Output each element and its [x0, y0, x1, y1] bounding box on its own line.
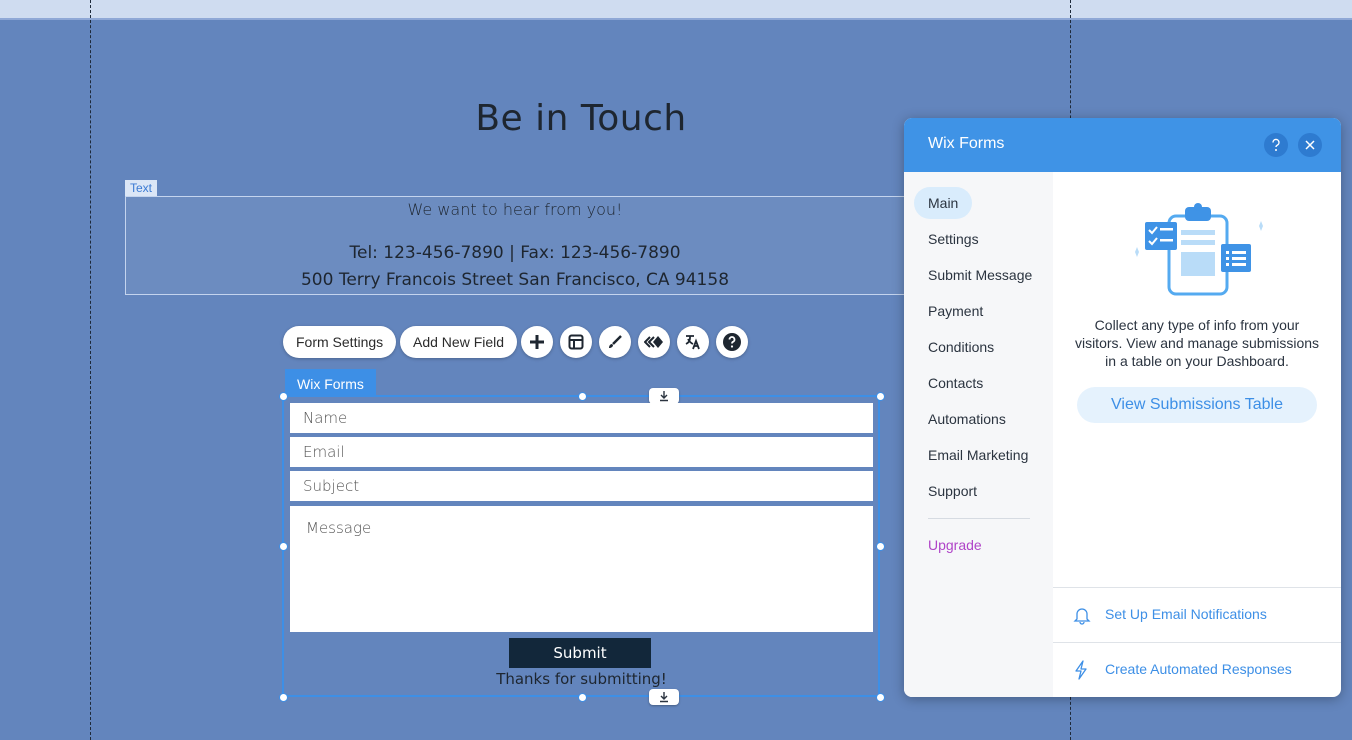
translate-button[interactable]: [677, 326, 709, 358]
resize-handle[interactable]: [279, 693, 288, 702]
email-field[interactable]: Email: [290, 437, 873, 467]
brush-icon: [609, 335, 622, 348]
email-notifications-link[interactable]: Set Up Email Notifications: [1105, 606, 1267, 622]
close-icon: [1305, 140, 1315, 150]
plus-icon: [530, 335, 544, 349]
clipboard-illustration-icon: [1135, 203, 1263, 296]
email-notifications-row[interactable]: Set Up Email Notifications: [1053, 587, 1341, 643]
stretch-handle-top[interactable]: [649, 388, 679, 404]
nav-support[interactable]: Support: [914, 475, 991, 507]
resize-handle[interactable]: [876, 542, 885, 551]
wix-forms-panel: Wix Forms Main Settings Submit Message P…: [904, 118, 1341, 697]
panel-help-button[interactable]: [1264, 133, 1288, 157]
panel-description: Collect any type of info from your visit…: [1074, 317, 1320, 369]
resize-handle[interactable]: [876, 693, 885, 702]
resize-handle[interactable]: [578, 693, 587, 702]
subject-field[interactable]: Subject: [290, 471, 873, 501]
nav-contacts[interactable]: Contacts: [914, 367, 997, 399]
resize-handle[interactable]: [578, 392, 587, 401]
panel-header: Wix Forms: [904, 118, 1341, 172]
sidebar-divider: [928, 518, 1030, 519]
resize-handle[interactable]: [876, 392, 885, 401]
panel-close-button[interactable]: [1298, 133, 1322, 157]
translate-icon: [685, 335, 700, 350]
form-settings-button[interactable]: Form Settings: [283, 326, 397, 358]
nav-submit-message[interactable]: Submit Message: [914, 259, 1046, 291]
add-new-field-button[interactable]: Add New Field: [400, 326, 518, 358]
stretch-handle-bottom[interactable]: [649, 689, 679, 705]
submit-button[interactable]: Submit: [509, 638, 651, 668]
panel-sidebar: Main Settings Submit Message Payment Con…: [904, 172, 1053, 697]
help-button[interactable]: [716, 326, 748, 358]
nav-conditions[interactable]: Conditions: [914, 331, 1008, 363]
automated-responses-row[interactable]: Create Automated Responses: [1053, 642, 1341, 697]
add-element-button[interactable]: [521, 326, 553, 358]
panel-main: Collect any type of info from your visit…: [1053, 172, 1341, 697]
lightning-icon: [1075, 660, 1087, 680]
bell-icon: [1073, 608, 1091, 625]
resize-handle[interactable]: [279, 392, 288, 401]
nav-payment[interactable]: Payment: [914, 295, 997, 327]
address-line: 500 Terry Francois Street San Francisco,…: [300, 270, 730, 290]
help-icon: [723, 333, 741, 351]
phone-line: Tel: 123-456-7890 | Fax: 123-456-7890: [349, 243, 681, 263]
thanks-message: Thanks for submitting!: [496, 670, 667, 688]
view-submissions-button[interactable]: View Submissions Table: [1077, 387, 1317, 423]
design-button[interactable]: [599, 326, 631, 358]
question-icon: [1272, 138, 1280, 151]
nav-automations[interactable]: Automations: [914, 403, 1020, 435]
download-arrow-icon: [660, 391, 668, 402]
nav-upgrade[interactable]: Upgrade: [914, 529, 996, 561]
nav-main[interactable]: Main: [914, 187, 973, 219]
animation-button[interactable]: [638, 326, 670, 358]
intro-line: We want to hear from you!: [407, 200, 623, 219]
message-field[interactable]: Message: [290, 506, 873, 632]
layout-button[interactable]: [560, 326, 592, 358]
name-field[interactable]: Name: [290, 403, 873, 433]
editor-top-strip: [0, 0, 1352, 20]
automated-responses-link[interactable]: Create Automated Responses: [1105, 661, 1292, 677]
nav-settings[interactable]: Settings: [914, 223, 993, 255]
layout-icon: [568, 334, 584, 350]
animation-icon: [644, 336, 663, 348]
wix-forms-tag[interactable]: Wix Forms: [285, 369, 376, 397]
resize-handle[interactable]: [279, 542, 288, 551]
panel-title: Wix Forms: [928, 135, 1005, 152]
text-element-tag: Text: [125, 180, 158, 196]
nav-email-marketing[interactable]: Email Marketing: [914, 439, 1042, 471]
download-arrow-icon: [660, 692, 668, 703]
contact-text-box[interactable]: We want to hear from you! Tel: 123-456-7…: [125, 196, 905, 295]
